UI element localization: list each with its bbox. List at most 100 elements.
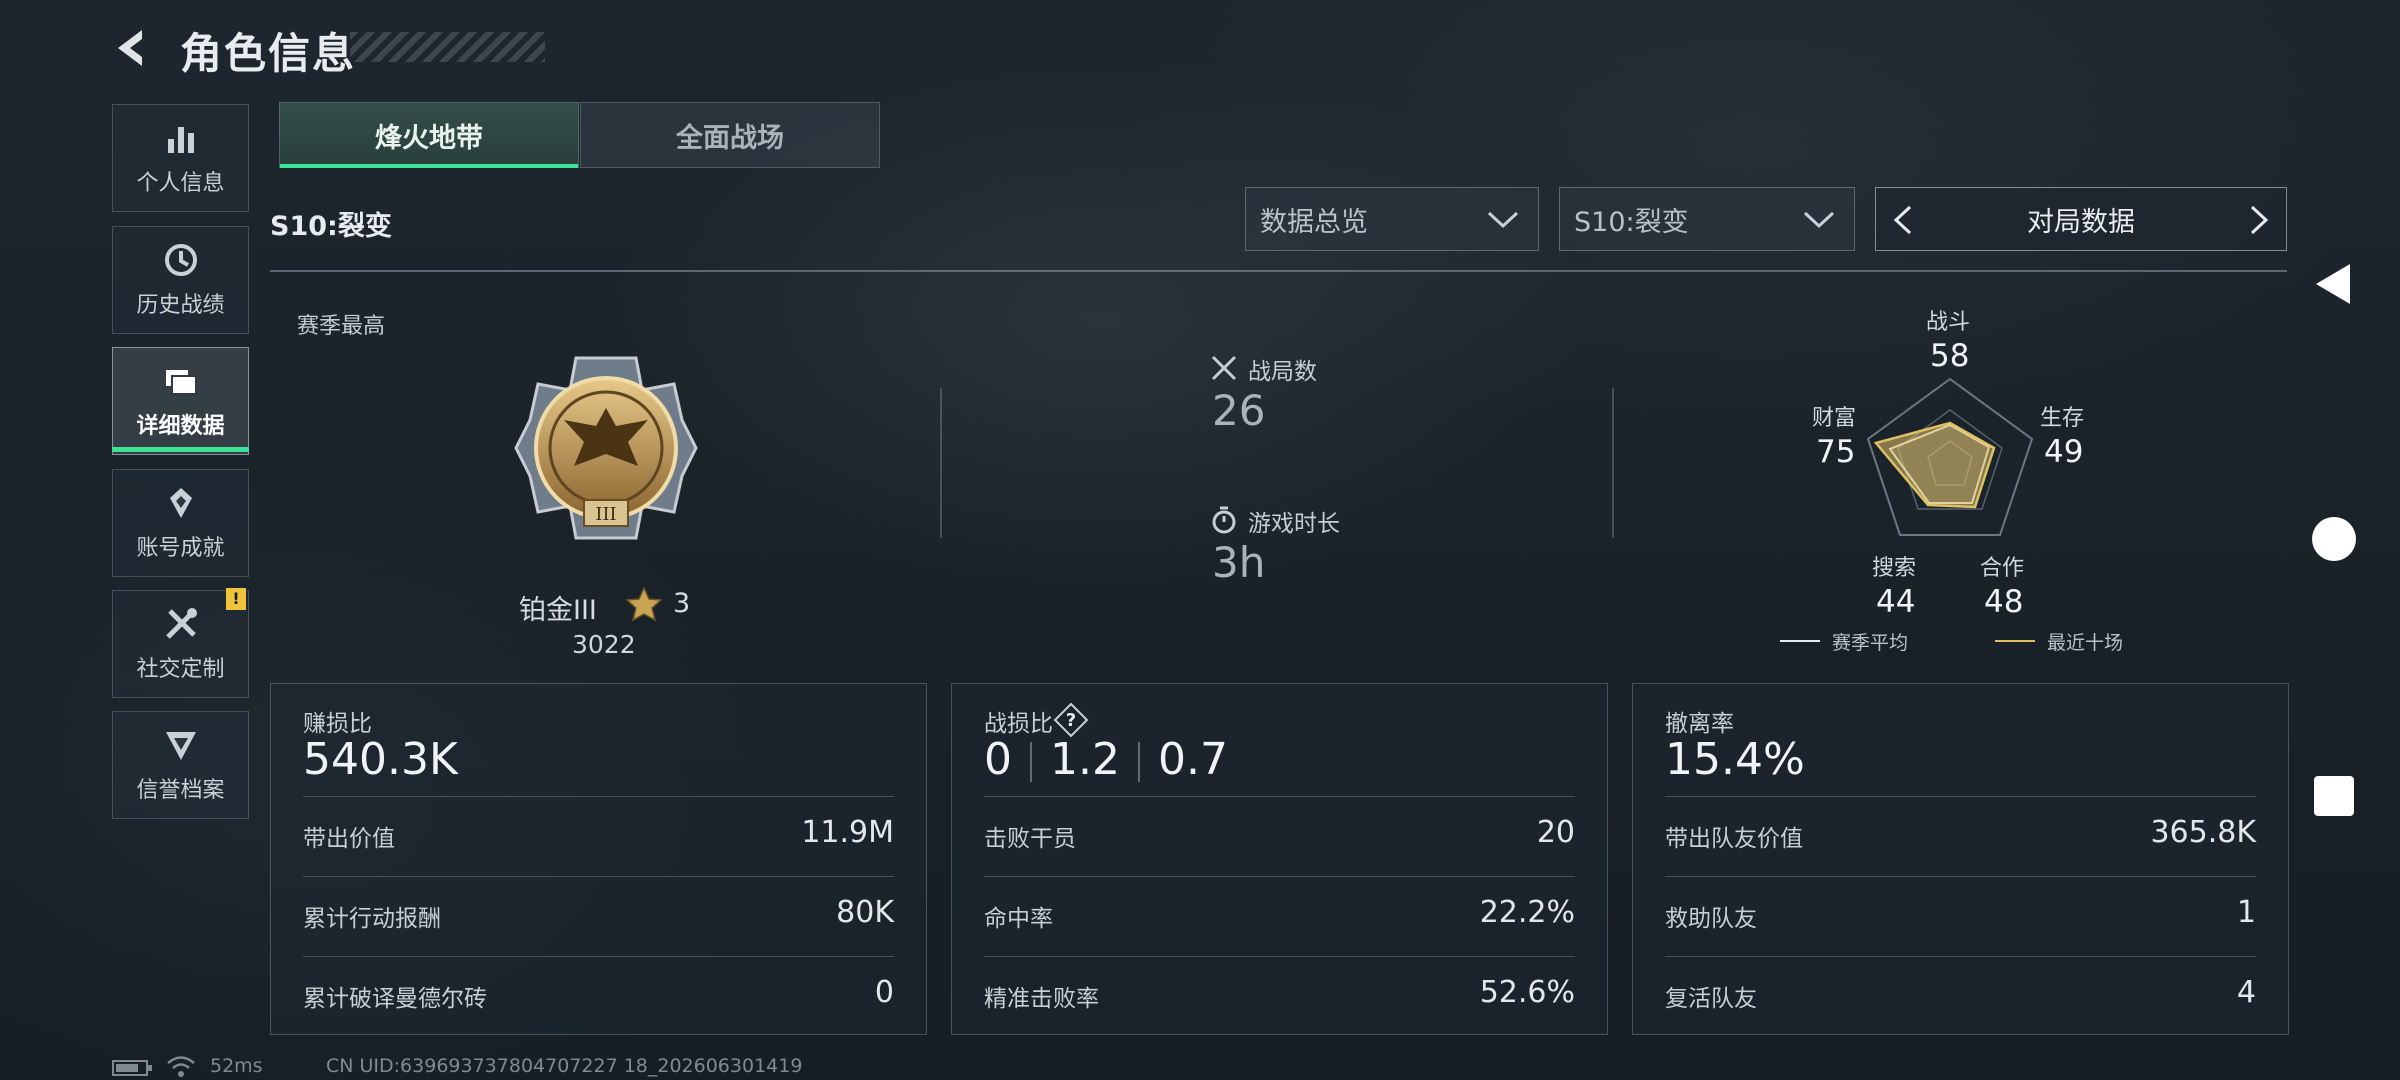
radar-axis-label: 战斗	[1926, 310, 1971, 335]
legend-label-average: 赛季平均	[1832, 632, 1909, 654]
sidebar-item-personal-info[interactable]: 个人信息	[112, 104, 249, 212]
system-recents-icon[interactable]	[2310, 772, 2358, 820]
panel-title: 赚损比	[303, 711, 372, 737]
chevron-left-icon[interactable]	[1890, 204, 1916, 236]
radar-axis-value: 58	[1930, 338, 1970, 374]
star-icon	[625, 586, 663, 622]
kd-value: 1.2	[1050, 734, 1120, 785]
stat-row: 带出队友价值 365.8K	[1665, 796, 2256, 876]
panel-main-value: 540.3K	[303, 734, 458, 785]
chevron-down-icon	[1803, 211, 1835, 229]
stat-row: 救助队友 1	[1665, 876, 2256, 956]
season-best-label: 赛季最高	[297, 314, 386, 339]
system-back-icon[interactable]	[2310, 260, 2358, 308]
stat-label: 累计行动报酬	[303, 906, 441, 932]
panel-main-value: 15.4%	[1665, 734, 1805, 785]
stat-row: 击败干员 20	[984, 796, 1575, 876]
sidebar-item-label: 历史战绩	[136, 293, 225, 318]
stat-label: 带出价值	[303, 826, 395, 852]
wifi-icon	[167, 1056, 195, 1077]
radar-axis-label: 财富	[1812, 406, 1857, 431]
rank-name: 铂金III	[519, 595, 597, 626]
panel-title: 战损比	[984, 711, 1053, 737]
stat-label: 击败干员	[984, 826, 1076, 852]
sidebar-item-label: 详细数据	[136, 414, 225, 439]
ping-text: 52ms	[210, 1055, 263, 1077]
stat-label: 累计破译曼德尔砖	[303, 986, 487, 1012]
stat-row: 精准击败率 52.6%	[984, 956, 1575, 1036]
extract-panel: 撤离率 15.4% 带出队友价值 365.8K 救助队友 1 复活队友 4	[1632, 683, 2289, 1035]
rank-medal-icon: III	[514, 356, 698, 540]
sidebar-item-label: 社交定制	[136, 657, 225, 682]
panel-title: 撤离率	[1665, 711, 1734, 737]
stopwatch-icon	[1212, 506, 1236, 534]
sidebar-item-detailed-data[interactable]: 详细数据	[112, 347, 249, 455]
legend-label-recent: 最近十场	[2047, 632, 2124, 654]
column-divider	[1612, 388, 1614, 538]
kd-value: 0.7	[1157, 734, 1228, 785]
stat-value: 365.8K	[2150, 815, 2256, 850]
stat-row: 累计行动报酬 80K	[303, 876, 894, 956]
stat-value: 52.6%	[1479, 975, 1575, 1010]
back-arrow-icon[interactable]	[108, 24, 156, 72]
system-home-icon[interactable]	[2310, 515, 2358, 563]
bar-chart-icon	[167, 127, 194, 153]
playtime-value: 3h	[1212, 538, 1266, 587]
kd-separator	[1030, 742, 1032, 782]
stat-label: 复活队友	[1665, 986, 1757, 1012]
stat-label: 带出队友价值	[1665, 826, 1803, 852]
page-title: 角色信息	[180, 29, 357, 78]
help-icon[interactable]: ?	[1053, 702, 1089, 738]
kd-values: 0 1.2 0.7	[984, 734, 1228, 785]
matches-value: 26	[1212, 386, 1266, 435]
data-pager: 对局数据	[1875, 187, 2287, 251]
sidebar-item-achievements[interactable]: 账号成就	[112, 469, 249, 577]
tools-icon	[165, 608, 197, 639]
radar-chart	[1866, 377, 2034, 536]
sidebar-item-history[interactable]: 历史战绩	[112, 226, 249, 334]
sidebar-item-reputation[interactable]: 信誉档案	[112, 711, 249, 819]
stat-row: 命中率 22.2%	[984, 876, 1575, 956]
stat-value: 22.2%	[1479, 895, 1575, 930]
kd-separator	[1137, 742, 1140, 782]
section-divider	[270, 270, 2287, 272]
stat-label: 精准击败率	[984, 986, 1099, 1012]
uid-text: CN UID:639693737804707227 18_20260630141…	[326, 1055, 803, 1077]
stat-label: 救助队友	[1665, 906, 1757, 932]
data-type-dropdown[interactable]: 数据总览	[1245, 187, 1539, 251]
radar-recent-series	[1873, 421, 1996, 509]
chevron-right-icon[interactable]	[2246, 204, 2272, 236]
radar-axis-value: 75	[1816, 434, 1856, 470]
season-label: S10:裂变	[270, 211, 392, 242]
stat-row: 累计破译曼德尔砖 0	[303, 956, 894, 1036]
kd-panel: 战损比 ? 0 1.2 0.7 击败干员 20 命中率 22.2% 精准击败率 52…	[951, 683, 1608, 1035]
stat-value: 80K	[836, 895, 894, 930]
sidebar-item-label: 账号成就	[136, 536, 225, 561]
dropdown-value: S10:裂变	[1574, 206, 1689, 238]
tab-all-battlefield[interactable]: 全面战场	[580, 102, 880, 168]
stat-label: 命中率	[984, 906, 1053, 932]
battery-icon	[112, 1060, 152, 1076]
radar-axis-label: 合作	[1980, 556, 2025, 581]
season-dropdown[interactable]: S10:裂变	[1559, 187, 1855, 251]
crossed-swords-icon	[1211, 355, 1237, 381]
pager-label: 对局数据	[2027, 206, 2135, 238]
history-icon	[164, 244, 197, 276]
legend-swatch-recent	[1995, 640, 2035, 642]
notification-badge: !	[226, 588, 246, 610]
column-divider	[940, 388, 942, 538]
dropdown-value: 数据总览	[1260, 206, 1368, 238]
achievement-icon	[169, 488, 192, 518]
rank-star-count: 3	[673, 588, 691, 619]
matches-label: 战局数	[1248, 359, 1317, 385]
stat-row: 复活队友 4	[1665, 956, 2256, 1036]
tab-beacon-zone[interactable]: 烽火地带	[279, 102, 579, 168]
stat-value: 1	[2236, 895, 2256, 930]
title-decoration	[350, 32, 545, 62]
sidebar-item-label: 信誉档案	[136, 778, 225, 803]
sidebar-item-label: 个人信息	[136, 171, 225, 196]
chevron-down-icon	[1487, 211, 1519, 229]
kd-value: 0	[984, 734, 1012, 785]
stat-row: 带出价值 11.9M	[303, 796, 894, 876]
stat-value: 20	[1536, 815, 1575, 850]
